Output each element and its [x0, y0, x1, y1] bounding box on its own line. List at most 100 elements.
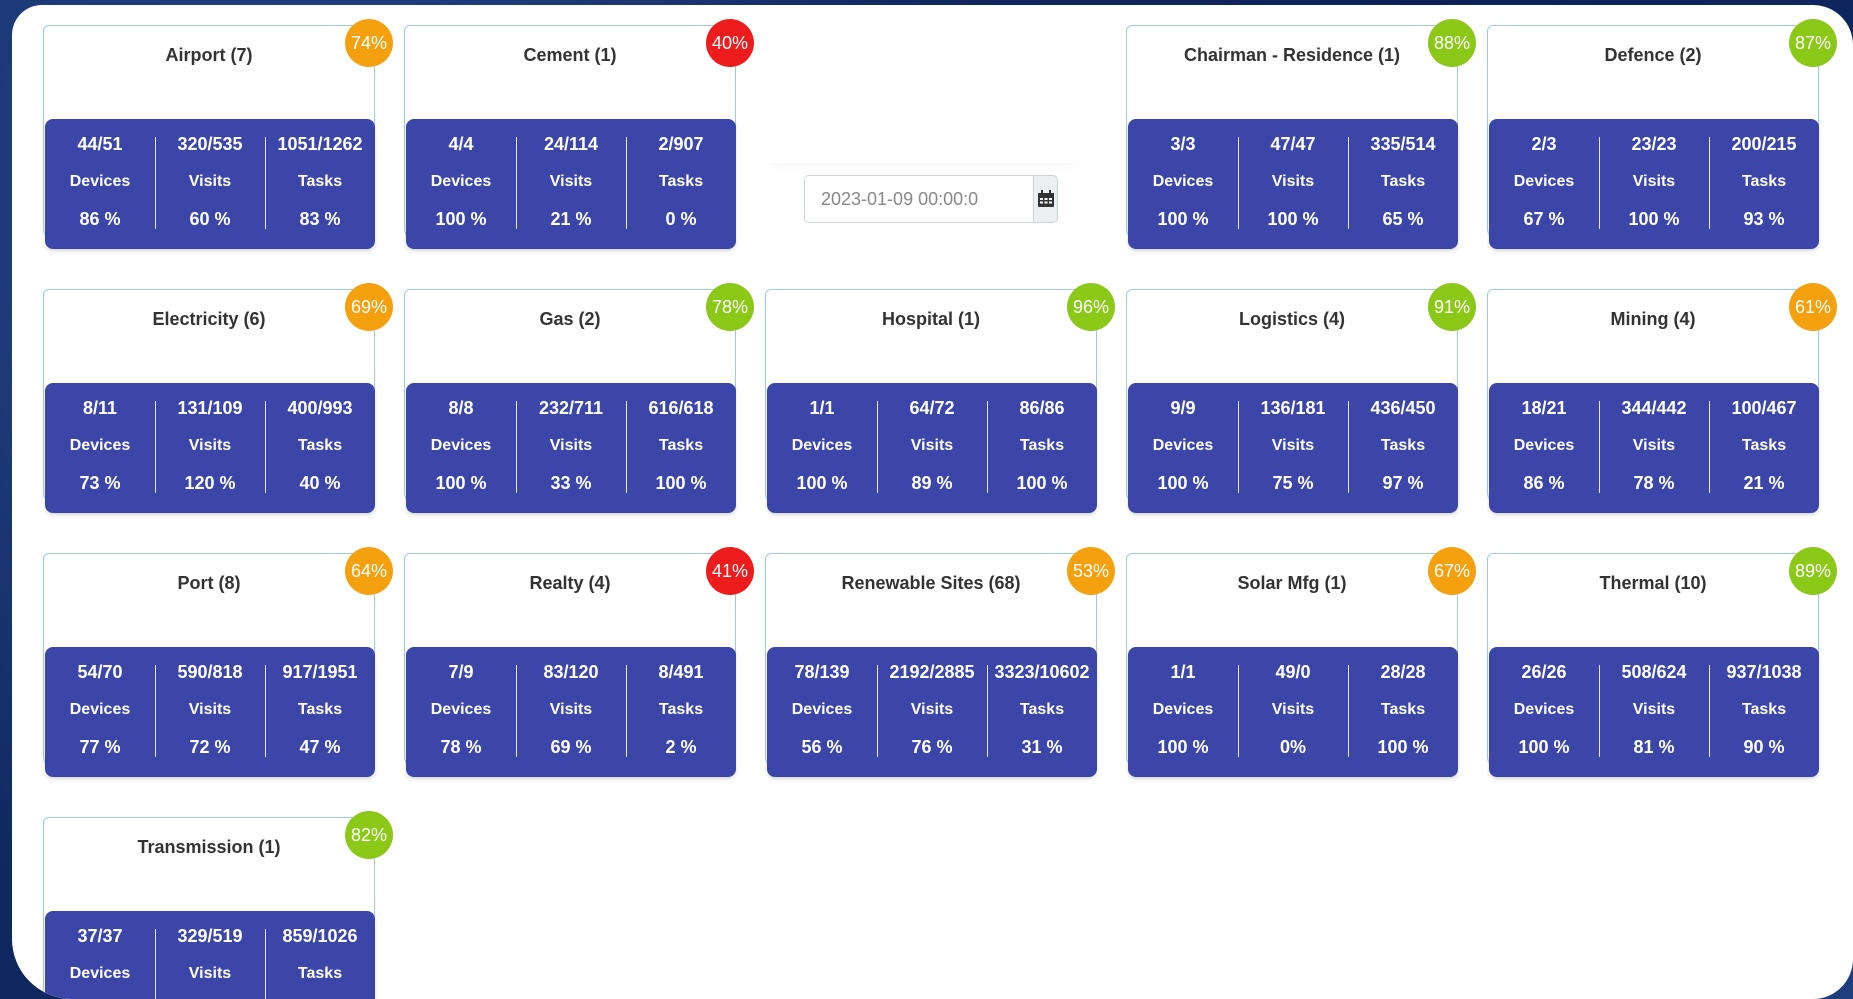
stat-value: 100/467	[1731, 398, 1797, 418]
stat-label: Tasks	[1380, 437, 1426, 454]
stat-value: 7/9	[448, 662, 474, 682]
sector-card[interactable]: Transmission (1) 82% 37/37 Devices 329/519 Vi…	[43, 811, 393, 999]
stat-column-devices: 8/8 Devices 100 %	[406, 383, 516, 513]
stat-label: Tasks	[297, 173, 343, 190]
stats-panel: 4/4 Devices 100 % 24/114 Visits 21 % 2/907 Task…	[406, 119, 736, 249]
stat-column-tasks: 2/907 Tasks 0 %	[626, 119, 736, 249]
stat-value: 2192/2885	[889, 662, 975, 682]
stat-value: 3323/10602	[994, 662, 1090, 682]
stat-value: 2/907	[658, 134, 704, 154]
stat-label: Devices	[791, 701, 853, 718]
stat-value: 329/519	[177, 926, 243, 946]
card-title: Gas (2)	[539, 309, 601, 329]
stat-value: 86/86	[1019, 398, 1065, 418]
stat-pct: 90 %	[1743, 737, 1785, 757]
stat-pct: 93 %	[1743, 209, 1785, 229]
sector-card[interactable]: Mining (4) 61% 18/21 Devices 86 % 344/442 Visi…	[1487, 283, 1837, 513]
stat-pct: 21 %	[550, 209, 592, 229]
stat-column-devices: 8/11 Devices 73 %	[45, 383, 155, 513]
stat-column-visits: 49/0 Visits 0%	[1238, 647, 1348, 777]
stat-column-visits: 83/120 Visits 69 %	[516, 647, 626, 777]
date-input[interactable]	[805, 176, 1033, 222]
stat-label: Devices	[430, 437, 492, 454]
stat-label: Tasks	[1741, 437, 1787, 454]
stat-pct: 78 %	[440, 737, 482, 757]
stat-label: Devices	[1152, 437, 1214, 454]
stat-pct: 100 %	[655, 473, 707, 493]
stat-value: 44/51	[77, 134, 123, 154]
stat-label: Visits	[1271, 701, 1315, 718]
sector-card[interactable]: Renewable Sites (68) 53% 78/139 Devices 56 %…	[765, 547, 1115, 777]
stat-pct: 100 %	[1267, 209, 1319, 229]
stat-label: Devices	[1513, 701, 1575, 718]
sector-card[interactable]: Logistics (4) 91% 9/9 Devices 100 % 136/181 Vi…	[1126, 283, 1476, 513]
stat-value: 78/139	[794, 662, 850, 682]
stat-pct: 69 %	[550, 737, 592, 757]
stats-panel: 78/139 Devices 56 % 2192/2885 Visits 76 % 3323…	[767, 647, 1097, 777]
sector-card[interactable]: Defence (2) 87% 2/3 Devices 67 % 23/23 Visits 1…	[1487, 19, 1837, 249]
stat-pct: 33 %	[550, 473, 592, 493]
stat-pct: 73 %	[79, 473, 121, 493]
stat-column-devices: 54/70 Devices 77 %	[45, 647, 155, 777]
card-title: Logistics (4)	[1238, 309, 1345, 329]
stat-pct: 78 %	[1633, 473, 1675, 493]
stat-label: Devices	[1152, 173, 1214, 190]
stat-label: Visits	[188, 701, 232, 718]
stat-pct: 97 %	[1382, 473, 1424, 493]
stat-label: Visits	[1632, 437, 1676, 454]
stat-pct: 86 %	[79, 209, 121, 229]
card-title: Cement (1)	[523, 45, 617, 65]
stat-column-visits: 24/114 Visits 21 %	[516, 119, 626, 249]
stat-pct: 0 %	[665, 209, 697, 229]
stat-label: Visits	[1632, 701, 1676, 718]
stat-value: 37/37	[77, 926, 123, 946]
stat-label: Visits	[1271, 173, 1315, 190]
stat-label: Tasks	[297, 701, 343, 718]
stat-label: Tasks	[1019, 701, 1065, 718]
stat-column-tasks: 616/618 Tasks 100 %	[626, 383, 736, 513]
stat-pct: 120 %	[184, 473, 236, 493]
stat-value: 335/514	[1370, 134, 1436, 154]
stat-value: 23/23	[1631, 134, 1677, 154]
sector-card[interactable]: Port (8) 64% 54/70 Devices 77 % 590/818 Visits…	[43, 547, 393, 777]
stat-pct: 100 %	[1157, 473, 1209, 493]
date-picker[interactable]	[804, 175, 1058, 223]
stat-column-devices: 78/139 Devices 56 %	[767, 647, 877, 777]
stat-column-tasks: 28/28 Tasks 100 %	[1348, 647, 1458, 777]
stats-panel: 3/3 Devices 100 % 47/47 Visits 100 % 335/514 Ta…	[1128, 119, 1458, 249]
stat-pct: 31 %	[1021, 737, 1063, 757]
stat-column-tasks: 3323/10602 Tasks 31 %	[987, 647, 1097, 777]
sector-card[interactable]: Solar Mfg (1) 67% 1/1 Devices 100 % 49/0 Visit…	[1126, 547, 1476, 777]
stats-panel: 54/70 Devices 77 % 590/818 Visits 72 % 917/195…	[45, 647, 375, 777]
stat-column-devices: 1/1 Devices 100 %	[767, 383, 877, 513]
sector-card[interactable]: Cement (1) 40% 4/4 Devices 100 % 24/114 Visits…	[404, 19, 754, 249]
stat-column-visits: 23/23 Visits 100 %	[1599, 119, 1709, 249]
sector-card[interactable]: Realty (4) 41% 7/9 Devices 78 % 83/120 Visits 6…	[404, 547, 754, 777]
sector-card[interactable]: Gas (2) 78% 8/8 Devices 100 % 232/711 Visits 33…	[404, 283, 754, 513]
stat-pct: 100 %	[435, 209, 487, 229]
stat-value: 64/72	[909, 398, 955, 418]
stat-column-devices: 37/37 Devices	[45, 911, 155, 999]
stat-value: 83/120	[543, 662, 599, 682]
stat-column-devices: 1/1 Devices 100 %	[1128, 647, 1238, 777]
stat-label: Tasks	[1380, 701, 1426, 718]
score-badge: 87%	[1789, 19, 1837, 67]
sector-card[interactable]: Chairman - Residence (1) 88% 3/3 Devices 100…	[1126, 19, 1476, 249]
sector-card[interactable]: Airport (7) 74% 44/51 Devices 86 % 320/535 Vis…	[43, 19, 393, 249]
score-badge: 91%	[1428, 283, 1476, 331]
stat-pct: 86 %	[1523, 473, 1565, 493]
calendar-button[interactable]	[1033, 176, 1057, 222]
stat-pct: 77 %	[79, 737, 121, 757]
sector-card[interactable]: Thermal (10) 89% 26/26 Devices 100 % 508/624 V…	[1487, 547, 1837, 777]
sector-card[interactable]: Hospital (1) 96% 1/1 Devices 100 % 64/72 Visit…	[765, 283, 1115, 513]
calendar-icon	[1037, 190, 1054, 207]
stat-value: 136/181	[1260, 398, 1326, 418]
stats-panel: 37/37 Devices 329/519 Visits 859/1026 Tasks	[45, 911, 375, 999]
stat-value: 859/1026	[282, 926, 358, 946]
stat-label: Devices	[1513, 173, 1575, 190]
stat-pct: 100 %	[1518, 737, 1570, 757]
sector-card[interactable]: Electricity (6) 69% 8/11 Devices 73 % 131/109…	[43, 283, 393, 513]
stat-value: 400/993	[287, 398, 353, 418]
score-badge: 61%	[1789, 283, 1837, 331]
stat-column-tasks: 335/514 Tasks 65 %	[1348, 119, 1458, 249]
